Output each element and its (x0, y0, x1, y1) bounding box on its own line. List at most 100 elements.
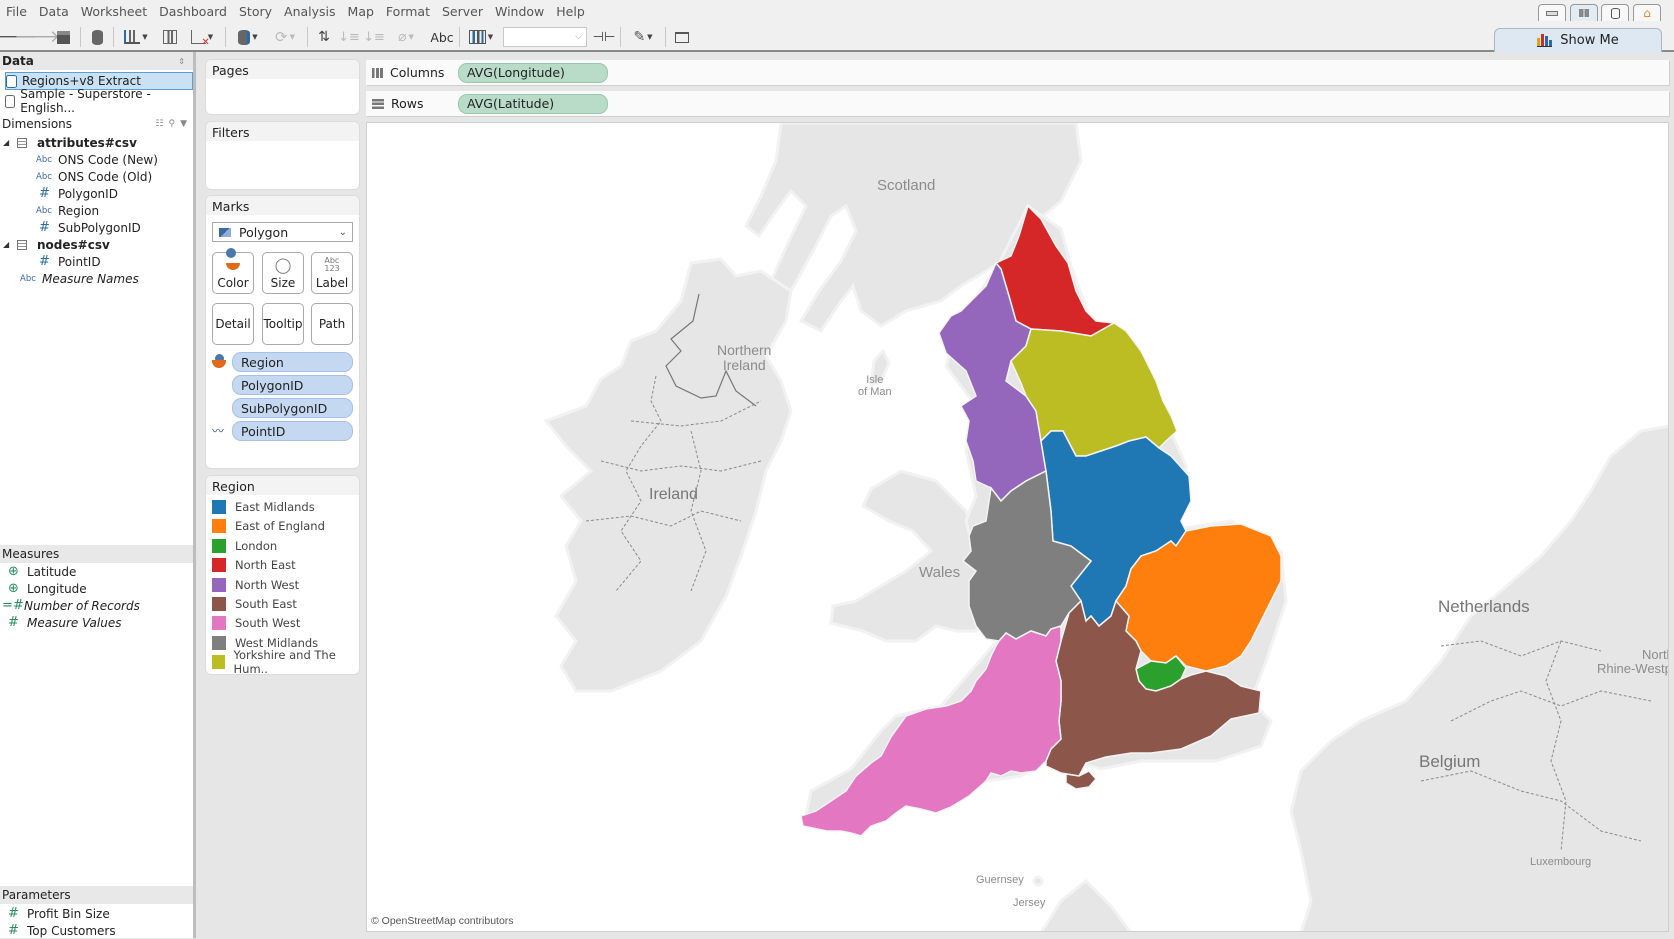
legend-item[interactable]: North East (212, 556, 296, 574)
swap-button[interactable]: ⇅ (314, 27, 334, 47)
legend-item[interactable]: South East (212, 595, 297, 613)
tooltip-button[interactable]: Tooltip (262, 303, 304, 345)
field-pointid[interactable]: # PointID (36, 253, 101, 270)
menu-story[interactable]: Story (239, 4, 272, 19)
menu-worksheet[interactable]: Worksheet (81, 4, 147, 19)
duplicate-sheet-button[interactable] (160, 27, 180, 47)
sort-ascending-icon: ↓≡ (338, 29, 360, 45)
sheet-sorter-tab[interactable] (1570, 4, 1598, 21)
number-type-icon: # (8, 923, 19, 938)
number-type-icon: # (39, 220, 50, 235)
highlight-button[interactable]: ⌀ ▼ (390, 27, 422, 47)
new-worksheet-button[interactable]: ▼ (120, 27, 152, 47)
refresh-icon: ⟳ (275, 28, 288, 46)
clear-sheet-button[interactable]: ✕ ▼ (186, 27, 218, 48)
mark-type-dropdown[interactable]: Polygon ⌄ (212, 222, 353, 242)
measure-number-of-records[interactable]: =# Number of Records (2, 597, 140, 614)
legend-item[interactable]: London (212, 537, 277, 555)
menu-file[interactable]: File (6, 4, 27, 19)
refresh-button[interactable]: ⟳ ▼ (270, 27, 300, 47)
sort-descending-icon: ↓≡ (363, 29, 385, 45)
menu-help[interactable]: Help (556, 4, 585, 19)
menu-dashboard[interactable]: Dashboard (159, 4, 227, 19)
field-region[interactable]: Abc Region (36, 202, 99, 219)
marks-pill-pointid[interactable]: PointID (232, 421, 353, 441)
fix-axes-button[interactable]: ⊣⊢ (593, 27, 616, 47)
menu-map[interactable]: Map (348, 4, 374, 19)
table-attributes-csv[interactable]: ◢ attributes#csv (3, 134, 137, 151)
size-button[interactable]: ◯ Size (262, 252, 304, 294)
start-page-tab[interactable]: ⌂ (1633, 4, 1661, 21)
detail-button[interactable]: Detail (212, 303, 254, 345)
pages-card[interactable]: Pages (206, 60, 359, 114)
menu-format[interactable]: Format (386, 4, 430, 19)
marks-pill-polygonid[interactable]: PolygonID (232, 375, 353, 395)
field-subpolygonid[interactable]: # SubPolygonID (36, 219, 141, 236)
map-attribution[interactable]: © OpenStreetMap contributors (371, 915, 514, 927)
presentation-view-tab[interactable] (1538, 4, 1566, 21)
marks-pill-subpolygonid[interactable]: SubPolygonID (232, 398, 353, 418)
pause-updates-button[interactable]: ▼ (232, 27, 264, 47)
map-view[interactable]: Scotland Northern Ireland Isle of Man Irel… (366, 122, 1669, 932)
legend-label: East Midlands (235, 500, 315, 514)
view-cards-button[interactable]: ▼ (465, 27, 497, 47)
paperclip-icon: ⌀ (398, 29, 407, 45)
table-nodes-csv[interactable]: ◢ nodes#csv (3, 236, 110, 253)
legend-item[interactable]: Yorkshire and The Hum.. (212, 648, 359, 676)
legend-item[interactable]: North West (212, 576, 299, 594)
rows-shelf[interactable]: Rows AVG(Latitude) (366, 91, 1669, 116)
string-type-icon: Abc (36, 171, 52, 182)
legend-item[interactable]: South West (212, 614, 300, 632)
legend-item[interactable]: East of England (212, 517, 325, 535)
measure-longitude[interactable]: ⊕ Longitude (5, 580, 87, 597)
sort-descending-button[interactable]: ↓≡ (363, 27, 385, 47)
sort-ascending-button[interactable]: ↓≡ (338, 27, 360, 47)
label-button[interactable]: Abc 123 Label (311, 252, 353, 294)
columns-shelf[interactable]: Columns AVG(Longitude) (366, 60, 1669, 85)
menu-window[interactable]: Window (495, 4, 544, 19)
menu-server[interactable]: Server (442, 4, 483, 19)
parameter-top-customers[interactable]: # Top Customers (5, 922, 116, 939)
field-measure-names[interactable]: Abc Measure Names (20, 270, 139, 287)
fit-dropdown[interactable]: ⌵ (503, 27, 587, 47)
annotate-button[interactable]: ✎ ▼ (627, 27, 659, 47)
show-labels-button[interactable]: Abc (428, 27, 456, 47)
filmstrip-icon (1546, 10, 1558, 16)
new-datasource-button[interactable] (88, 27, 106, 47)
datasource-sample-superstore[interactable]: Sample - Superstore - English... (5, 87, 193, 115)
path-button[interactable]: Path (311, 303, 353, 345)
filters-card[interactable]: Filters (206, 122, 359, 189)
dropdown-menu-icon[interactable]: ▼ (180, 119, 187, 129)
map-label-guernsey: Guernsey (976, 874, 1024, 886)
database-icon (91, 29, 103, 45)
sort-toggle-icon[interactable]: ⇕ (178, 57, 185, 66)
presentation-mode-button[interactable] (672, 27, 692, 47)
legend-item[interactable]: East Midlands (212, 498, 315, 516)
parameter-profit-bin-size[interactable]: # Profit Bin Size (5, 905, 110, 922)
collapse-triangle-icon[interactable]: ◢ (3, 138, 17, 147)
rows-pill-avg-latitude[interactable]: AVG(Latitude) (458, 93, 608, 114)
field-ons-code-old[interactable]: Abc ONS Code (Old) (36, 168, 152, 185)
search-icon[interactable]: ⚲ (168, 119, 175, 129)
field-ons-code-new[interactable]: Abc ONS Code (New) (36, 151, 158, 168)
field-polygonid[interactable]: # PolygonID (36, 185, 118, 202)
measure-measure-values[interactable]: # Measure Values (5, 614, 121, 631)
map-label-wales: Wales (919, 564, 961, 581)
columns-pill-avg-longitude[interactable]: AVG(Longitude) (458, 62, 608, 83)
menu-data[interactable]: Data (39, 4, 69, 19)
marks-pill-region[interactable]: Region (232, 352, 353, 372)
show-me-button[interactable]: Show Me (1494, 28, 1662, 52)
color-button[interactable]: Color (212, 248, 254, 294)
measures-header: Measures (0, 545, 193, 563)
legend-swatch (212, 500, 226, 514)
collapse-triangle-icon[interactable]: ◢ (3, 240, 17, 249)
menu-analysis[interactable]: Analysis (284, 4, 336, 19)
region-polygon-south-west[interactable] (800, 624, 1062, 837)
legend-label: South West (235, 616, 301, 631)
save-button[interactable] (54, 27, 72, 47)
data-source-tab[interactable] (1601, 4, 1629, 21)
redo-button[interactable]: 🡒 (14, 27, 60, 47)
view-list-icon[interactable]: ☷ (155, 119, 163, 129)
measure-latitude[interactable]: ⊕ Latitude (5, 563, 76, 580)
map-label-northern-ireland: Northern Ireland (717, 342, 772, 373)
